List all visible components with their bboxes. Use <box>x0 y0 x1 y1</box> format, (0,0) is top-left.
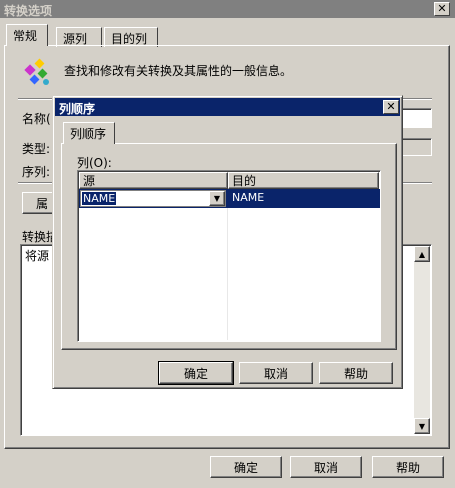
grid-column-divider <box>227 208 228 340</box>
type-label: 类型: <box>22 142 51 156</box>
column-grid[interactable]: 源 目的 NAME ▼ NAME <box>77 170 381 342</box>
column-order-titlebar[interactable]: 列顺序 <box>55 98 400 116</box>
destination-cell: NAME <box>232 191 265 204</box>
source-combobox-dropdown[interactable]: ▼ <box>209 191 225 206</box>
tab-column-order[interactable]: 列顺序 <box>63 122 115 144</box>
close-icon: ✕ <box>437 2 447 15</box>
tab-source-columns[interactable]: 源列 <box>56 27 102 47</box>
main-dialog-title: 转换选项 <box>4 4 53 18</box>
arrow-down-icon: ▼ <box>418 421 426 431</box>
close-icon: ✕ <box>386 100 396 113</box>
main-dialog-titlebar[interactable]: 转换选项 <box>0 0 455 18</box>
columns-label: 列(O): <box>77 156 112 170</box>
main-cancel-button[interactable]: 取消 <box>290 456 362 478</box>
name-label: 名称( <box>22 112 51 126</box>
type-field <box>400 138 432 156</box>
column-order-close-button[interactable]: ✕ <box>383 100 399 114</box>
transform-text: 将源 <box>25 249 50 263</box>
main-ok-button[interactable]: 确定 <box>210 456 282 478</box>
vertical-scrollbar[interactable]: ▲ ▼ <box>414 246 430 434</box>
column-order-title: 列顺序 <box>59 102 96 116</box>
transform-icon <box>22 56 54 88</box>
tab-general[interactable]: 常规 <box>6 24 48 46</box>
source-combobox[interactable]: NAME ▼ <box>80 190 226 207</box>
arrow-up-icon: ▲ <box>418 249 426 259</box>
column-order-help-button[interactable]: 帮助 <box>319 362 393 384</box>
sequence-label: 序列: <box>22 165 51 179</box>
source-combobox-value: NAME <box>82 192 117 205</box>
scroll-up-button[interactable]: ▲ <box>414 246 430 262</box>
column-order-cancel-button[interactable]: 取消 <box>239 362 313 384</box>
main-help-button[interactable]: 帮助 <box>372 456 444 478</box>
grid-header-source[interactable]: 源 <box>79 172 228 189</box>
column-order-dialog: 列顺序 ✕ 列顺序 列(O): 源 目的 NAME ▼ NAME 确定 取消 帮… <box>52 95 403 389</box>
chevron-down-icon: ▼ <box>213 194 221 203</box>
main-close-button[interactable]: ✕ <box>434 2 450 16</box>
grid-header-destination[interactable]: 目的 <box>228 172 379 189</box>
column-order-ok-button[interactable]: 确定 <box>158 361 234 385</box>
main-description: 查找和修改有关转换及其属性的一般信息。 <box>64 64 293 78</box>
tab-destination-columns[interactable]: 目的列 <box>104 27 158 47</box>
name-input[interactable] <box>400 108 432 128</box>
table-row[interactable]: NAME ▼ NAME <box>79 189 380 208</box>
scroll-down-button[interactable]: ▼ <box>414 418 430 434</box>
